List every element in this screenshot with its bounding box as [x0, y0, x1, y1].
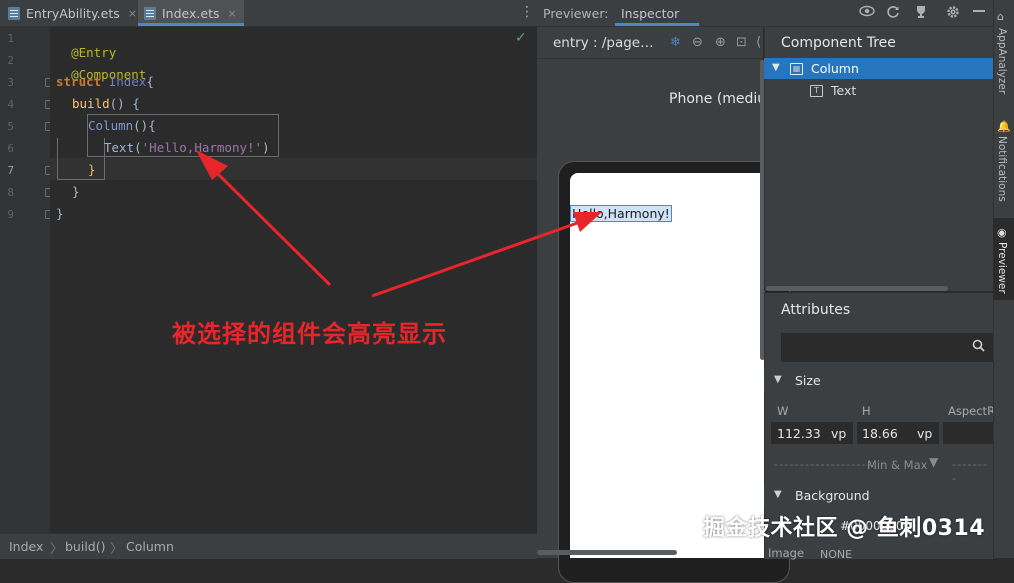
- arrow-to-code: [212, 168, 332, 287]
- annotation-caption: 被选择的组件会高亮显示: [172, 320, 447, 348]
- arrow-head-icon: [573, 212, 602, 232]
- arrow-head-icon: [196, 150, 228, 180]
- arrow-to-preview: [371, 220, 581, 298]
- annotation-arrows: [196, 150, 602, 298]
- watermark: 掘金技术社区 @ 鱼刺0314: [703, 516, 986, 541]
